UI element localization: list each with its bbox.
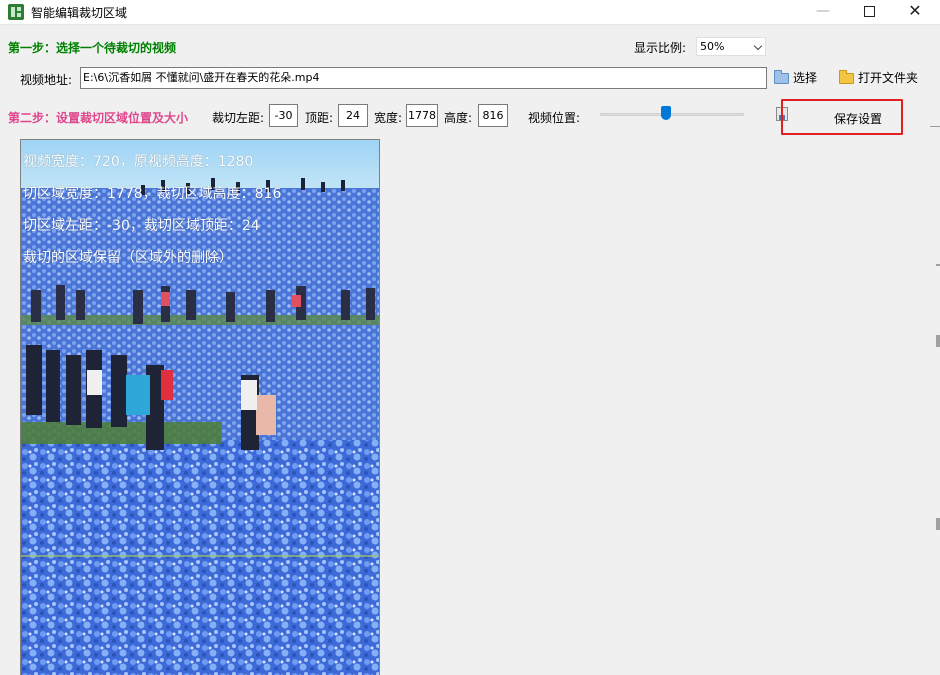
crop-height-input[interactable]: 816 <box>478 104 508 127</box>
crop-width-label: 宽度: <box>374 111 403 125</box>
save-settings-button[interactable]: 保存设置 <box>781 99 903 135</box>
browse-icon <box>774 70 789 84</box>
save-settings-label: 保存设置 <box>834 112 883 126</box>
video-path-input[interactable]: E:\6\沉香如屑 不懂就问\盛开在春天的花朵.mp4 <box>80 67 767 89</box>
video-position-label: 视频位置: <box>528 111 581 125</box>
ratio-select[interactable]: 50% <box>696 37 766 56</box>
edge-mark <box>936 335 940 347</box>
crop-height-label: 高度: <box>444 111 473 125</box>
open-folder-label: 打开文件夹 <box>858 71 919 85</box>
slider-thumb[interactable] <box>661 106 672 120</box>
open-folder-button[interactable]: 打开文件夹 <box>839 69 918 87</box>
preview-info-line: 切区域宽度：1778，裁切区域高度：816 <box>23 186 282 202</box>
preview-info-line: 视频宽度：720，原视频高度：1280 <box>23 154 254 170</box>
step1-heading: 第一步：选择一个待裁切的视频 <box>8 41 177 55</box>
crop-top-input[interactable]: 24 <box>338 104 368 127</box>
chevron-down-icon <box>753 41 763 51</box>
select-button-label: 选择 <box>793 71 818 85</box>
path-label: 视频地址: <box>20 73 73 87</box>
video-position-slider[interactable] <box>600 113 744 116</box>
maximize-button[interactable] <box>846 0 892 24</box>
close-button[interactable]: ✕ <box>892 0 938 24</box>
edge-mark <box>936 264 940 266</box>
app-icon <box>8 4 24 20</box>
crop-width-input[interactable]: 1778 <box>406 104 438 127</box>
step2-heading: 第二步：设置裁切区域位置及大小 <box>8 111 189 125</box>
window-title: 智能编辑裁切区域 <box>31 6 128 20</box>
preview-info-line: 裁切的区域保留（区域外的删除） <box>23 250 233 266</box>
edge-divider <box>930 126 940 127</box>
maximize-icon <box>863 5 875 17</box>
select-button[interactable]: 选择 <box>774 69 817 87</box>
crop-left-input[interactable]: -30 <box>269 104 298 127</box>
title-bar: 智能编辑裁切区域 — ✕ <box>0 0 940 25</box>
crop-top-label: 顶距: <box>305 111 334 125</box>
video-preview[interactable]: 视频宽度：720，原视频高度：1280 切区域宽度：1778，裁切区域高度：81… <box>20 139 380 675</box>
preview-info-line: 切区域左距：-30，裁切区域顶距：24 <box>23 218 260 234</box>
ratio-value: 50% <box>700 40 725 53</box>
edge-mark <box>936 518 940 530</box>
folder-icon <box>839 70 854 84</box>
ratio-label: 显示比例: <box>634 41 687 55</box>
minimize-button[interactable]: — <box>800 0 846 24</box>
crop-left-label: 裁切左距: <box>212 111 265 125</box>
